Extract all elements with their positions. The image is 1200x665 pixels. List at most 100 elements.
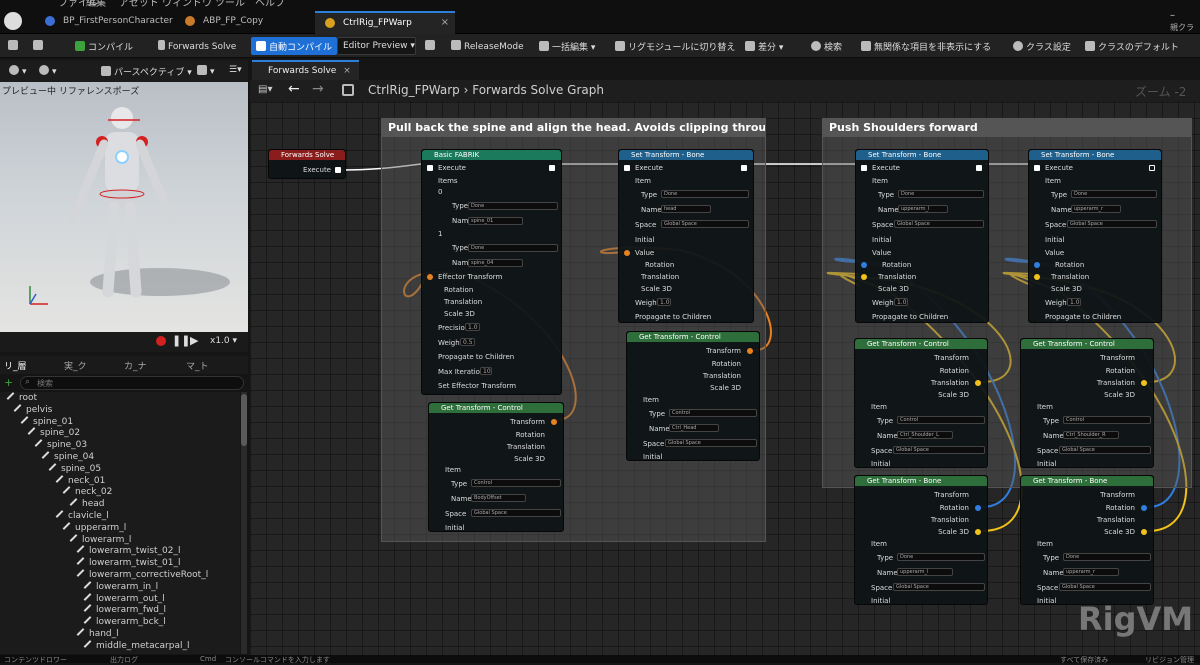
type-dropdown[interactable]: Control (669, 409, 757, 417)
save-icon[interactable] (3, 37, 26, 55)
space-dropdown[interactable]: Global Space (893, 583, 985, 591)
search-button[interactable]: 検索 (806, 37, 847, 55)
translation-output-pin[interactable] (1141, 380, 1147, 386)
weight-input[interactable]: 0.5 (460, 338, 475, 346)
editor-preview-dropdown[interactable]: Editor Preview ▾ (337, 37, 416, 55)
hide-unrelated-button[interactable]: 無関係な項目を非表示にする (856, 37, 996, 55)
type-dropdown[interactable]: Control (897, 416, 985, 424)
preview-settings-icon[interactable] (420, 37, 443, 55)
tree-item[interactable]: middle_metacarpal_l (83, 639, 189, 653)
pause-button[interactable]: ❚❚ (172, 334, 190, 347)
tab-abp-fp-copy[interactable]: ABP_FP_Copy (175, 11, 271, 34)
weight-input[interactable]: 1.0 (657, 298, 671, 306)
release-mode-button[interactable]: ReleaseMode (446, 37, 529, 55)
scale-output-pin[interactable] (975, 529, 981, 535)
speed-dropdown[interactable]: x1.0 ▾ (210, 336, 237, 346)
menu-window[interactable]: ウィンドウ (162, 0, 212, 8)
name-dropdown[interactable]: head (661, 205, 711, 213)
tree-item[interactable]: spine_03 (34, 439, 87, 452)
bulk-edit-button[interactable]: 一括編集 ▾ (534, 37, 600, 55)
hierarchy-search-input[interactable]: ⌕ 検索 (20, 376, 244, 390)
get-transform-shoulder-r-node[interactable]: Get Transform - Control Transform Rotati… (1020, 338, 1154, 468)
breadcrumb-graph[interactable]: Forwards Solve Graph (472, 83, 604, 97)
rotation-input-pin[interactable] (861, 262, 867, 268)
space-dropdown[interactable]: Global Space (894, 220, 984, 228)
get-transform-bone-upperarm-l-node[interactable]: Get Transform - Bone Transform Rotation … (854, 475, 988, 605)
basic-fabrik-node[interactable]: Basic FABRIK Execute Items 0 Type Done N… (421, 149, 562, 395)
type-dropdown[interactable]: Control (1063, 416, 1151, 424)
exec-input-pin[interactable] (1034, 165, 1040, 171)
tab-modules[interactable]: マ_ト (186, 359, 209, 372)
console-input[interactable]: コンソールコマンドを入力します (225, 655, 330, 665)
tree-item[interactable]: spine_04 (41, 451, 94, 464)
tab-ctrlrig-fpwarp[interactable]: CtrlRig_FPWarp × (315, 11, 455, 34)
tree-item[interactable]: lowerarm_twist_01_l (76, 557, 181, 570)
tree-item[interactable]: lowerarm_bck_l (83, 616, 166, 629)
get-transform-bodyoffset-node[interactable]: Get Transform - Control Transform Rotati… (428, 402, 564, 532)
menu-help[interactable]: ヘルプ (255, 0, 285, 8)
exec-input-pin[interactable] (427, 165, 433, 171)
tree-item[interactable]: neck_02 (62, 486, 112, 499)
options-dropdown-icon[interactable]: ▤▾ (258, 84, 272, 95)
space-dropdown[interactable]: Global Space (1059, 583, 1151, 591)
output-log-button[interactable]: 出力ログ (110, 655, 138, 665)
exec-output-pin[interactable] (549, 165, 555, 171)
tree-item[interactable]: neck_01 (55, 474, 105, 488)
close-icon[interactable]: × (343, 66, 351, 76)
space-dropdown[interactable]: Global Space (665, 439, 757, 447)
value-input-pin[interactable] (624, 250, 630, 256)
translation-output-pin[interactable] (975, 380, 981, 386)
hamburger-menu-icon[interactable]: ☰▾ (224, 62, 247, 80)
tree-item[interactable]: lowerarm_twist_02_l (76, 545, 181, 558)
type-dropdown[interactable]: Done (661, 190, 749, 198)
exec-output-pin[interactable] (741, 165, 747, 171)
transform-mode-icon[interactable]: ▾ (34, 62, 62, 80)
exec-output-pin[interactable] (976, 165, 982, 171)
scrollbar-thumb[interactable] (241, 394, 247, 446)
scale-output-pin[interactable] (1141, 529, 1147, 535)
rotation-output-pin[interactable] (975, 505, 981, 511)
type-dropdown[interactable]: Done (1063, 553, 1151, 561)
exec-input-pin[interactable] (624, 165, 630, 171)
exec-output-pin[interactable] (335, 167, 341, 173)
viewport-options-icon[interactable]: ▾ (4, 62, 32, 80)
tree-item[interactable]: lowerarm_fwd_l (83, 604, 166, 617)
precision-input[interactable]: 1.0 (465, 323, 480, 331)
tree-item[interactable]: lowerarm_out_l (83, 592, 165, 606)
type-dropdown[interactable]: Done (898, 190, 984, 198)
space-dropdown[interactable]: Global Space (893, 446, 985, 454)
name-dropdown[interactable]: Ctrl_Head (669, 424, 719, 432)
graph-canvas[interactable]: Pull back the spine and align the head. … (250, 102, 1200, 655)
record-button[interactable] (156, 336, 166, 346)
set-transform-upperarm-r-node[interactable]: Set Transform - Bone Execute Item Type D… (1028, 149, 1162, 323)
minimize-icon[interactable]: – (1170, 10, 1175, 21)
name-dropdown[interactable]: BodyOffset (471, 494, 526, 502)
space-dropdown[interactable]: Global Space (661, 220, 749, 228)
close-icon[interactable]: × (441, 17, 449, 28)
translation-input-pin[interactable] (861, 274, 867, 280)
name-dropdown[interactable]: Ctrl_Shoulder_L (897, 431, 953, 439)
name-dropdown[interactable]: upperarm_l (897, 568, 953, 576)
tab-curves[interactable]: 実_ク (64, 359, 87, 372)
menu-tools[interactable]: ツール (215, 0, 245, 8)
tree-item[interactable]: head (69, 498, 104, 511)
tab-hierarchy[interactable]: リ_層 (4, 359, 27, 372)
get-transform-ctrl-head-node[interactable]: Get Transform - Control Transform Rotati… (626, 331, 760, 461)
name-dropdown[interactable]: upperarm_l (898, 205, 948, 213)
view-mode-icon[interactable]: ▾ (192, 62, 220, 80)
item-0-name-dropdown[interactable]: spine_01 (468, 217, 523, 225)
tree-item[interactable]: spine_05 (48, 462, 101, 476)
weight-input[interactable]: 1.0 (894, 298, 908, 306)
type-dropdown[interactable]: Done (1071, 190, 1157, 198)
set-transform-head-node[interactable]: Set Transform - Bone Execute Item Type D… (618, 149, 754, 323)
class-settings-button[interactable]: クラス設定 (1008, 37, 1076, 55)
item-1-type-dropdown[interactable]: Done (468, 244, 558, 252)
tree-item[interactable]: upperarm_l (62, 521, 126, 535)
tree-item[interactable]: hand_l (76, 628, 119, 641)
menu-asset[interactable]: アセット (119, 0, 159, 8)
add-icon[interactable]: + (4, 376, 13, 389)
weight-input[interactable]: 1.0 (1067, 298, 1081, 306)
translation-input-pin[interactable] (1034, 274, 1040, 280)
auto-compile-toggle[interactable]: 自動コンパイル (251, 37, 338, 55)
tab-channels[interactable]: カ_ナ (124, 359, 147, 372)
